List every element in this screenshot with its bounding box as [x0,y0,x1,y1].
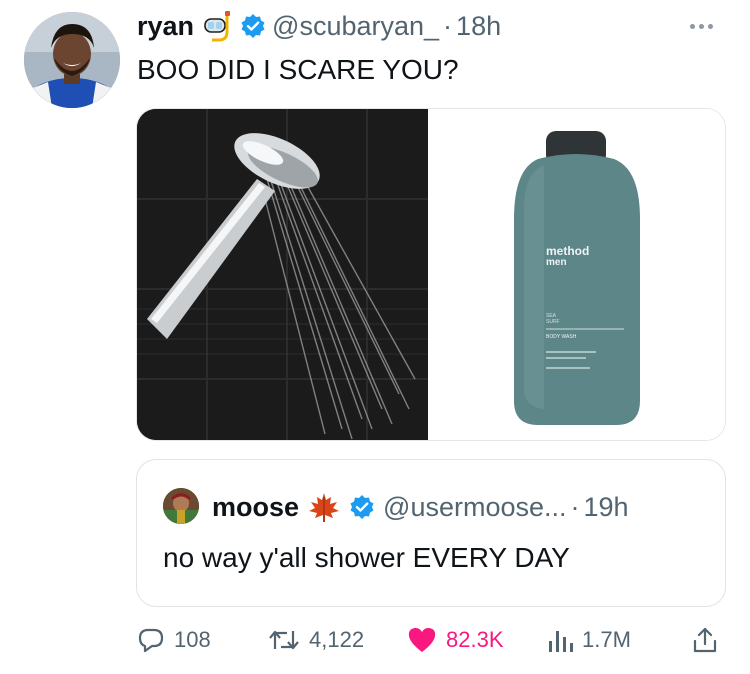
verified-badge-icon [240,13,266,39]
body-wash-bottle-icon: method men SEA SURF BODY WASH [428,109,725,440]
like-count: 82.3K [446,627,504,652]
quoted-header: moose @usermoose... · 19h [212,488,629,526]
author-display-name[interactable]: ryan [137,11,194,42]
separator-dot: · [443,10,453,41]
share-icon [693,627,717,653]
quoted-separator-dot: · [570,491,580,522]
heart-filled-icon [408,627,436,652]
tweet-text: BOO DID I SCARE YOU? [137,54,459,85]
retweet-icon [269,630,299,650]
quoted-text: no way y'all shower EVERY DAY [163,542,570,573]
tweet-timestamp[interactable]: 18h [456,11,501,42]
quoted-timestamp[interactable]: 19h [584,492,629,523]
quoted-avatar-image [163,488,199,524]
snorkel-mask-icon [202,10,234,42]
avatar[interactable] [24,12,120,108]
author-handle[interactable]: @scubaryan_ [272,11,439,42]
more-options-icon[interactable] [690,18,722,34]
share-button[interactable] [690,620,720,660]
retweet-count: 4,122 [309,627,365,652]
views-count: 1.7M [582,627,631,652]
quoted-handle[interactable]: @usermoose... [383,492,566,523]
tweet-media[interactable]: method men SEA SURF BODY WASH [136,108,726,441]
shower-head-image[interactable] [137,109,428,440]
like-button[interactable]: 82.3K [406,620,504,660]
body-wash-image[interactable]: method men SEA SURF BODY WASH [428,109,725,440]
views-button[interactable]: 1.7M [546,620,631,660]
reply-icon [138,628,164,653]
tweet-header: ryan @scubaryan_ · 18h [137,8,501,44]
quoted-avatar[interactable] [163,488,199,524]
retweet-button[interactable]: 4,122 [267,620,364,660]
quoted-verified-badge-icon [349,494,375,520]
svg-text:men: men [546,257,567,268]
analytics-bars-icon [549,631,573,652]
maple-leaf-icon [307,491,341,523]
svg-text:BODY WASH: BODY WASH [546,334,577,340]
svg-text:SURF: SURF [546,319,560,325]
reply-button[interactable]: 108 [136,620,211,660]
reply-count: 108 [174,627,211,652]
action-bar: 108 4,122 82.3K 1.7M [136,620,726,660]
shower-head-icon [137,109,428,440]
svg-text:method: method [546,244,589,258]
avatar-image [24,12,120,108]
quoted-tweet[interactable]: moose @usermoose... · 19h no way y'all s… [136,459,726,607]
quoted-display-name[interactable]: moose [212,492,299,523]
